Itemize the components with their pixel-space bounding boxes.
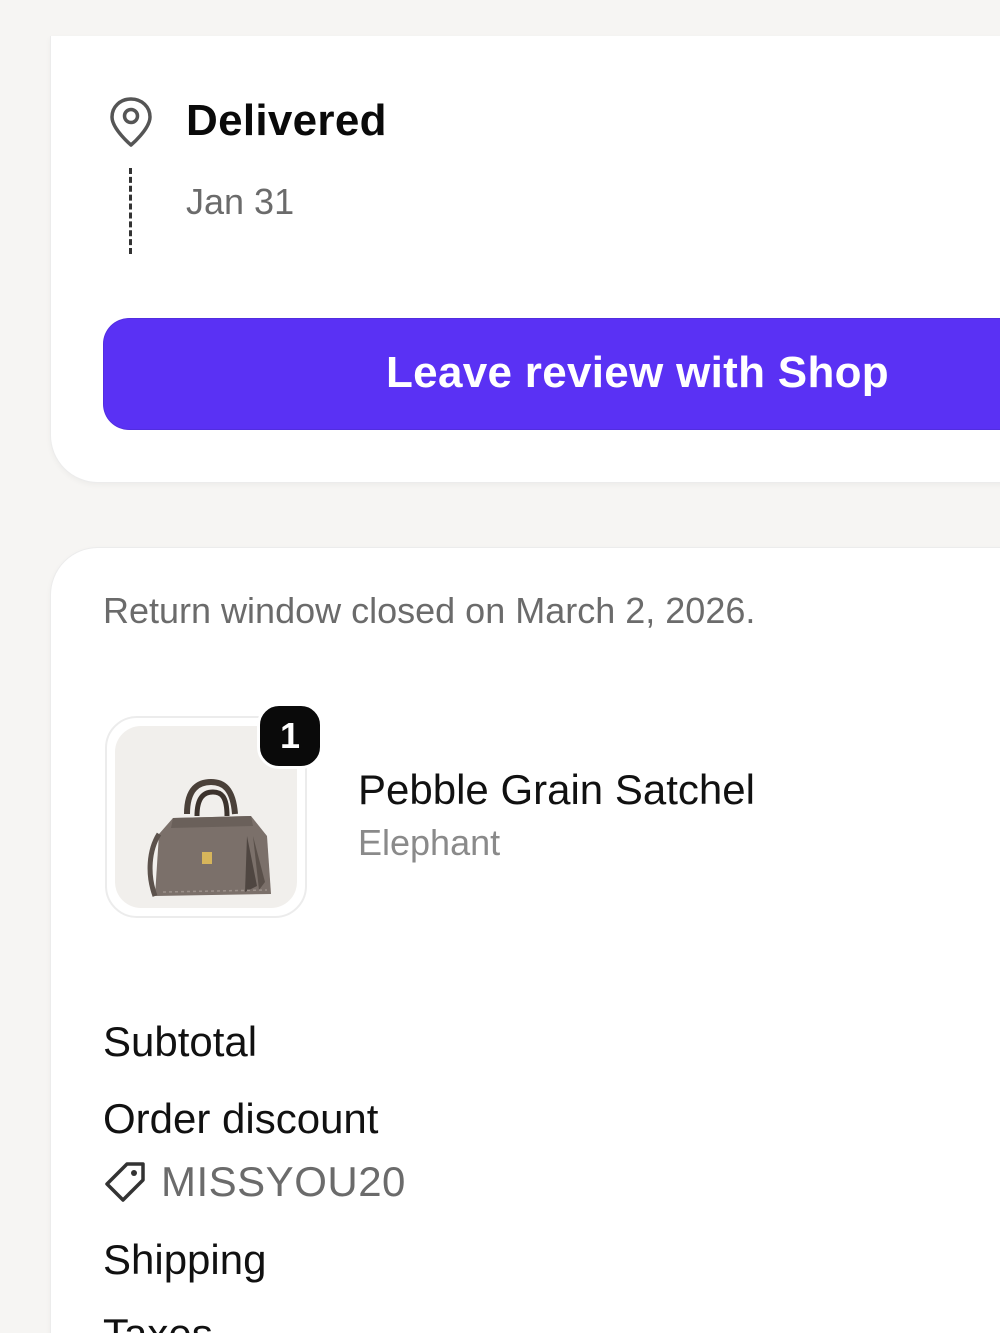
discount-code: MISSYOU20 [161, 1158, 406, 1205]
discount-code-row: MISSYOU20 [103, 1158, 406, 1206]
return-window-note: Return window closed on March 2, 2026. [103, 590, 756, 631]
timeline-connector [129, 168, 132, 254]
order-status-page: Delivered Jan 31 Leave review with Shop … [0, 0, 1000, 1333]
delivery-date: Jan 31 [186, 181, 295, 222]
order-details-card [50, 547, 1000, 1333]
product-name[interactable]: Pebble Grain Satchel [358, 766, 755, 814]
shipping-label: Shipping [103, 1236, 267, 1283]
tag-icon [105, 1162, 145, 1202]
delivery-status-title: Delivered [186, 96, 387, 145]
product-variant: Elephant [358, 822, 501, 863]
order-discount-label: Order discount [103, 1095, 379, 1142]
location-pin-icon [110, 97, 152, 147]
leave-review-button-label[interactable]: Leave review with Shop [386, 348, 889, 398]
quantity-badge: 1 [257, 703, 323, 769]
taxes-label: Taxes [103, 1310, 213, 1333]
subtotal-label: Subtotal [103, 1018, 258, 1065]
